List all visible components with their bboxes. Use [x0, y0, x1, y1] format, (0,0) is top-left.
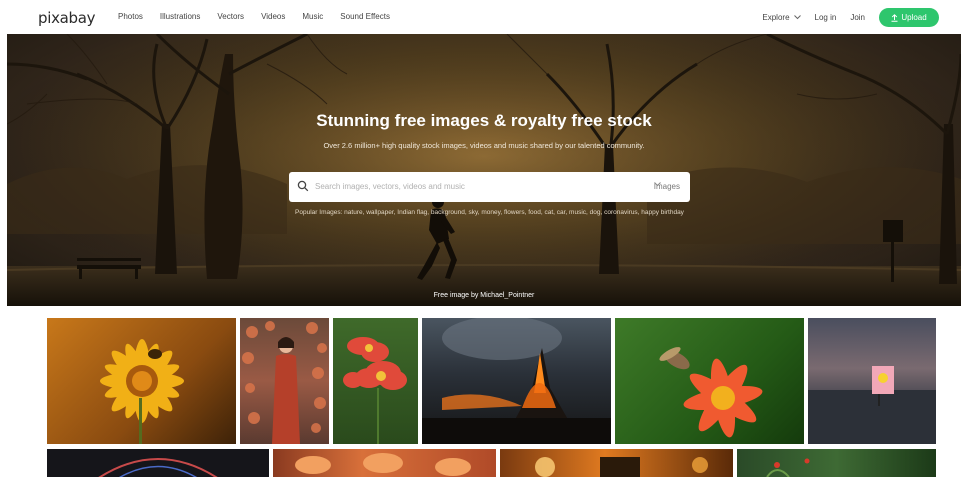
ferris-wheel-photo	[98, 458, 218, 477]
green-plant-photo	[766, 458, 810, 477]
top-navigation-bar: pixabay Photos Illustrations Vectors Vid…	[0, 0, 961, 34]
hero-title: Stunning free images & royalty free stoc…	[316, 111, 652, 130]
login-link[interactable]: Log in	[815, 13, 837, 22]
image-credit[interactable]: Free image by Michael_Pointner	[7, 292, 961, 299]
pink-sign-at-sunset-photo	[808, 366, 936, 444]
nav-photos[interactable]: Photos	[118, 12, 143, 21]
red-flowers-photo	[343, 337, 407, 444]
hero-subtitle: Over 2.6 million+ high quality stock ima…	[323, 141, 645, 150]
orange-lilies-photo	[295, 453, 471, 476]
image-tile[interactable]	[333, 318, 418, 444]
upload-icon	[891, 13, 898, 22]
nav-vectors[interactable]: Vectors	[217, 12, 244, 21]
image-tile[interactable]	[47, 449, 269, 477]
explore-menu[interactable]: Explore	[762, 13, 801, 22]
explore-label: Explore	[762, 13, 790, 22]
search-input[interactable]: Search images, vectors, videos and music	[315, 182, 465, 191]
chevron-down-icon	[793, 15, 801, 20]
search-icon	[297, 180, 309, 192]
image-tile[interactable]	[273, 449, 496, 477]
image-tile[interactable]	[422, 318, 611, 444]
lantern-light-photo	[535, 457, 708, 477]
image-tile[interactable]	[808, 318, 936, 444]
image-tile[interactable]	[737, 449, 936, 477]
hero-background-image	[7, 34, 961, 306]
hummingbird-moth-flower-photo	[659, 347, 763, 438]
nav-sound-effects[interactable]: Sound Effects	[340, 12, 390, 21]
pixabay-logo[interactable]: pixabay	[38, 9, 96, 27]
join-link[interactable]: Join	[850, 13, 865, 22]
image-tile[interactable]	[240, 318, 329, 444]
sunflower-bee-photo	[100, 339, 184, 444]
nav-illustrations[interactable]: Illustrations	[160, 12, 200, 21]
popular-searches[interactable]: Popular Images: nature, wallpaper, India…	[289, 208, 690, 217]
upload-button[interactable]: Upload	[879, 8, 939, 27]
image-tile[interactable]	[47, 318, 236, 444]
main-nav: Photos Illustrations Vectors Videos Musi…	[118, 12, 390, 21]
search-bar[interactable]: Search images, vectors, videos and music…	[289, 172, 690, 202]
nav-videos[interactable]: Videos	[261, 12, 285, 21]
search-type-dropdown[interactable]: Images	[654, 182, 680, 191]
chevron-down-icon	[653, 182, 661, 187]
volcano-eruption-photo	[422, 318, 611, 444]
image-tile[interactable]	[500, 449, 733, 477]
account-nav: Explore Log in Join Upload	[762, 8, 939, 27]
woman-with-roses-photo	[242, 321, 327, 444]
hero-banner: Stunning free images & royalty free stoc…	[7, 34, 961, 306]
upload-label: Upload	[901, 13, 927, 22]
image-tile[interactable]	[615, 318, 804, 444]
nav-music[interactable]: Music	[302, 12, 323, 21]
